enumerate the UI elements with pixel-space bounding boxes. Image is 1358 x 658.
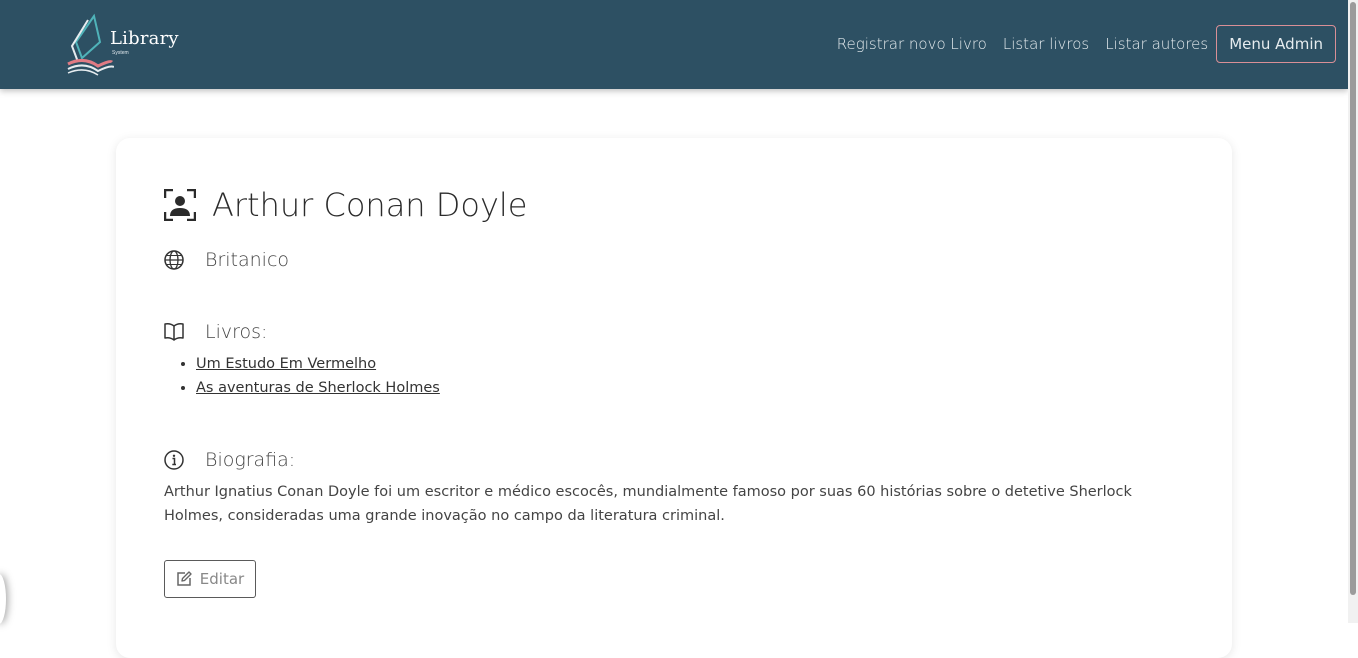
scrollbar-thumb[interactable] <box>1350 2 1356 595</box>
biography-label: Biografia: <box>205 449 296 471</box>
edit-icon <box>177 571 192 586</box>
books-list: Um Estudo Em Vermelho As aventuras de Sh… <box>182 352 440 400</box>
list-item: As aventuras de Sherlock Holmes <box>196 376 440 400</box>
biography-row: Biografia: <box>164 449 295 471</box>
logo-subtext: System <box>112 50 129 56</box>
edit-button[interactable]: Editar <box>164 560 256 598</box>
book-logo-icon <box>67 13 114 76</box>
books-row: Livros: <box>164 321 267 343</box>
author-header: Arthur Conan Doyle <box>164 186 527 224</box>
library-logo[interactable]: Library System <box>64 12 179 76</box>
person-badge-icon <box>164 189 196 221</box>
edge-shadow <box>0 574 6 624</box>
book-link-um-estudo-em-vermelho[interactable]: Um Estudo Em Vermelho <box>196 356 376 372</box>
nav-links: Registrar novo Livro Listar livros Lista… <box>821 25 1336 63</box>
globe-icon <box>164 250 184 270</box>
admin-menu-button[interactable]: Menu Admin <box>1216 25 1336 63</box>
list-item: Um Estudo Em Vermelho <box>196 352 440 376</box>
edit-button-label: Editar <box>199 570 245 588</box>
author-nationality: Britanico <box>205 249 290 271</box>
info-icon <box>164 450 184 470</box>
logo-text: Library <box>110 28 179 49</box>
author-card: Arthur Conan Doyle Britanico Livros: Um … <box>116 138 1232 658</box>
nav-link-list-books[interactable]: Listar livros <box>1003 35 1089 53</box>
author-name: Arthur Conan Doyle <box>212 186 528 224</box>
books-label: Livros: <box>205 321 268 343</box>
biography-text: Arthur Ignatius Conan Doyle foi um escri… <box>164 484 1132 524</box>
nav-link-list-authors[interactable]: Listar autores <box>1105 35 1208 53</box>
nationality-row: Britanico <box>164 249 289 271</box>
open-book-icon <box>164 323 184 341</box>
vertical-scrollbar[interactable] <box>1348 0 1358 623</box>
nav-link-register-book[interactable]: Registrar novo Livro <box>837 35 987 53</box>
book-link-as-aventuras-de-sherlock-holmes[interactable]: As aventuras de Sherlock Holmes <box>196 380 440 396</box>
navbar: Library System Registrar novo Livro List… <box>0 0 1348 89</box>
